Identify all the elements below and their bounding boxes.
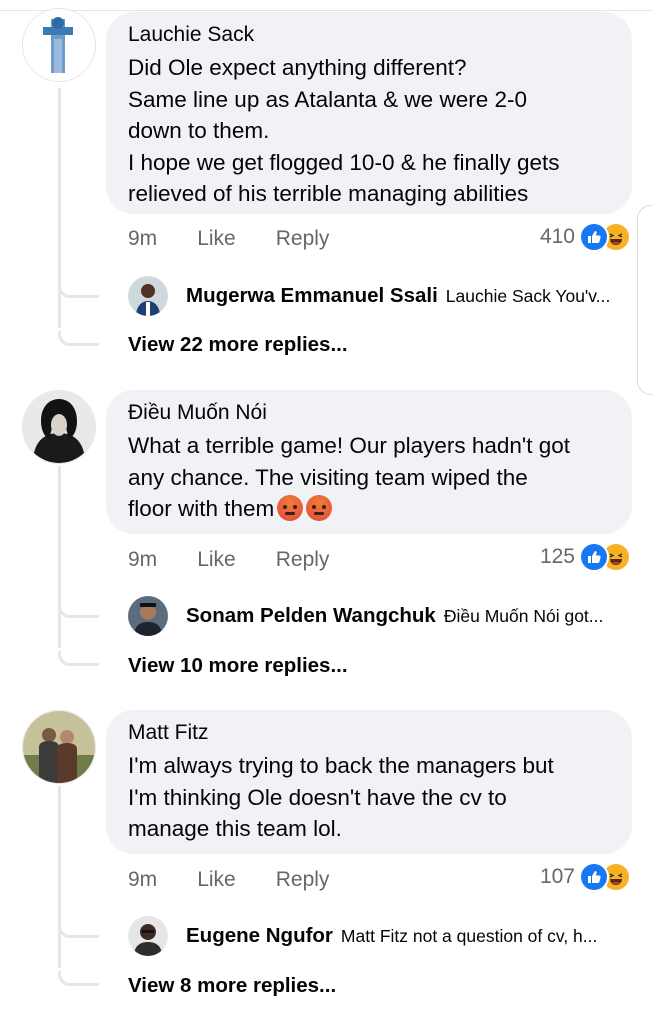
comment-text: Did Ole expect anything different? Same … — [128, 52, 610, 210]
reaction-summary[interactable]: 125 — [540, 542, 631, 572]
view-more-replies-link[interactable]: View 10 more replies... — [128, 654, 348, 678]
comment-author[interactable]: Lauchie Sack — [128, 22, 610, 48]
comment-line: What a terrible game! Our players hadn't… — [128, 433, 571, 458]
angry-emoji-icon — [277, 495, 304, 521]
avatar[interactable] — [128, 276, 168, 316]
reply-snippet: Matt Fitz not a question of cv, h... — [340, 925, 598, 946]
thread-connector — [58, 651, 99, 666]
top-divider — [0, 0, 653, 11]
reaction-summary[interactable]: 107 — [540, 862, 631, 892]
thread-connector — [58, 923, 99, 938]
comment-line: down to them. — [128, 118, 270, 143]
thread-connector — [58, 283, 99, 298]
comment-bubble: Matt Fitz I'm always trying to back the … — [106, 710, 632, 854]
like-button[interactable]: Like — [197, 227, 236, 251]
reply-button[interactable]: Reply — [276, 868, 330, 892]
like-button[interactable]: Like — [197, 548, 236, 572]
comment-bubble: Điều Muốn Nói What a terrible game! Our … — [106, 390, 632, 534]
comment-time[interactable]: 9m — [128, 227, 157, 251]
comment-text: I'm always trying to back the managers b… — [128, 750, 610, 845]
avatar[interactable] — [22, 8, 96, 82]
thread-connector — [58, 971, 99, 986]
reply-preview[interactable]: Sonam Pelden Wangchuk Điều Muốn Nói got.… — [128, 596, 603, 636]
comment-time[interactable]: 9m — [128, 868, 157, 892]
comment-author[interactable]: Matt Fitz — [128, 720, 610, 746]
like-reaction-icon — [579, 542, 609, 572]
avatar[interactable] — [128, 596, 168, 636]
comment-time[interactable]: 9m — [128, 548, 157, 572]
comment-bubble: Lauchie Sack Did Ole expect anything dif… — [106, 12, 632, 214]
reply-author[interactable]: Eugene Ngufor — [186, 924, 333, 948]
thread-connector — [58, 331, 99, 346]
like-button[interactable]: Like — [197, 868, 236, 892]
reply-author[interactable]: Mugerwa Emmanuel Ssali — [186, 284, 438, 308]
comment-author[interactable]: Điều Muốn Nói — [128, 400, 610, 426]
comment-line: I'm thinking Ole doesn't have the cv to — [128, 784, 507, 810]
comment-line: floor with them — [128, 496, 275, 521]
comment-text: What a terrible game! Our players hadn't… — [128, 430, 610, 525]
thread-line — [58, 786, 61, 968]
reaction-count: 410 — [539, 225, 575, 248]
thread-connector — [58, 603, 99, 618]
comment-line: I hope we get flogged 10-0 & he finally … — [128, 149, 560, 175]
comment-line: Did Ole expect anything different? — [128, 55, 467, 80]
reply-button[interactable]: Reply — [276, 548, 330, 572]
comment-line: manage this team lol. — [128, 816, 342, 841]
avatar[interactable] — [128, 916, 168, 956]
reply-snippet: Điều Muốn Nói got... — [443, 605, 604, 626]
comment-line: I'm always trying to back the managers b… — [128, 753, 554, 778]
view-more-replies-link[interactable]: View 8 more replies... — [128, 974, 336, 998]
reply-preview[interactable]: Mugerwa Emmanuel Ssali Lauchie Sack You'… — [128, 276, 610, 316]
comment-line: Same line up as Atalanta & we were 2-0 — [128, 86, 527, 112]
side-panel-edge — [637, 205, 653, 395]
like-reaction-icon — [579, 862, 609, 892]
reply-preview[interactable]: Eugene Ngufor Matt Fitz not a question o… — [128, 916, 597, 956]
view-more-replies-link[interactable]: View 22 more replies... — [128, 333, 348, 357]
thread-line — [58, 466, 61, 648]
reaction-count: 107 — [539, 865, 575, 888]
avatar[interactable] — [22, 390, 96, 464]
like-reaction-icon — [579, 222, 609, 252]
avatar[interactable] — [22, 710, 96, 784]
comment-actions: 9m Like Reply — [128, 865, 369, 895]
angry-emoji-icon — [306, 495, 333, 521]
comment-line: relieved of his terrible managing abilit… — [128, 181, 529, 206]
reply-snippet: Lauchie Sack You'v... — [445, 285, 611, 306]
comment-line: any chance. The visiting team wiped the — [128, 464, 528, 490]
reply-button[interactable]: Reply — [276, 227, 330, 251]
comment-actions: 9m Like Reply — [128, 545, 369, 575]
comment-actions: 9m Like Reply — [128, 224, 369, 254]
reply-author[interactable]: Sonam Pelden Wangchuk — [186, 604, 436, 628]
reaction-summary[interactable]: 410 — [540, 222, 631, 252]
reaction-count: 125 — [539, 545, 575, 568]
